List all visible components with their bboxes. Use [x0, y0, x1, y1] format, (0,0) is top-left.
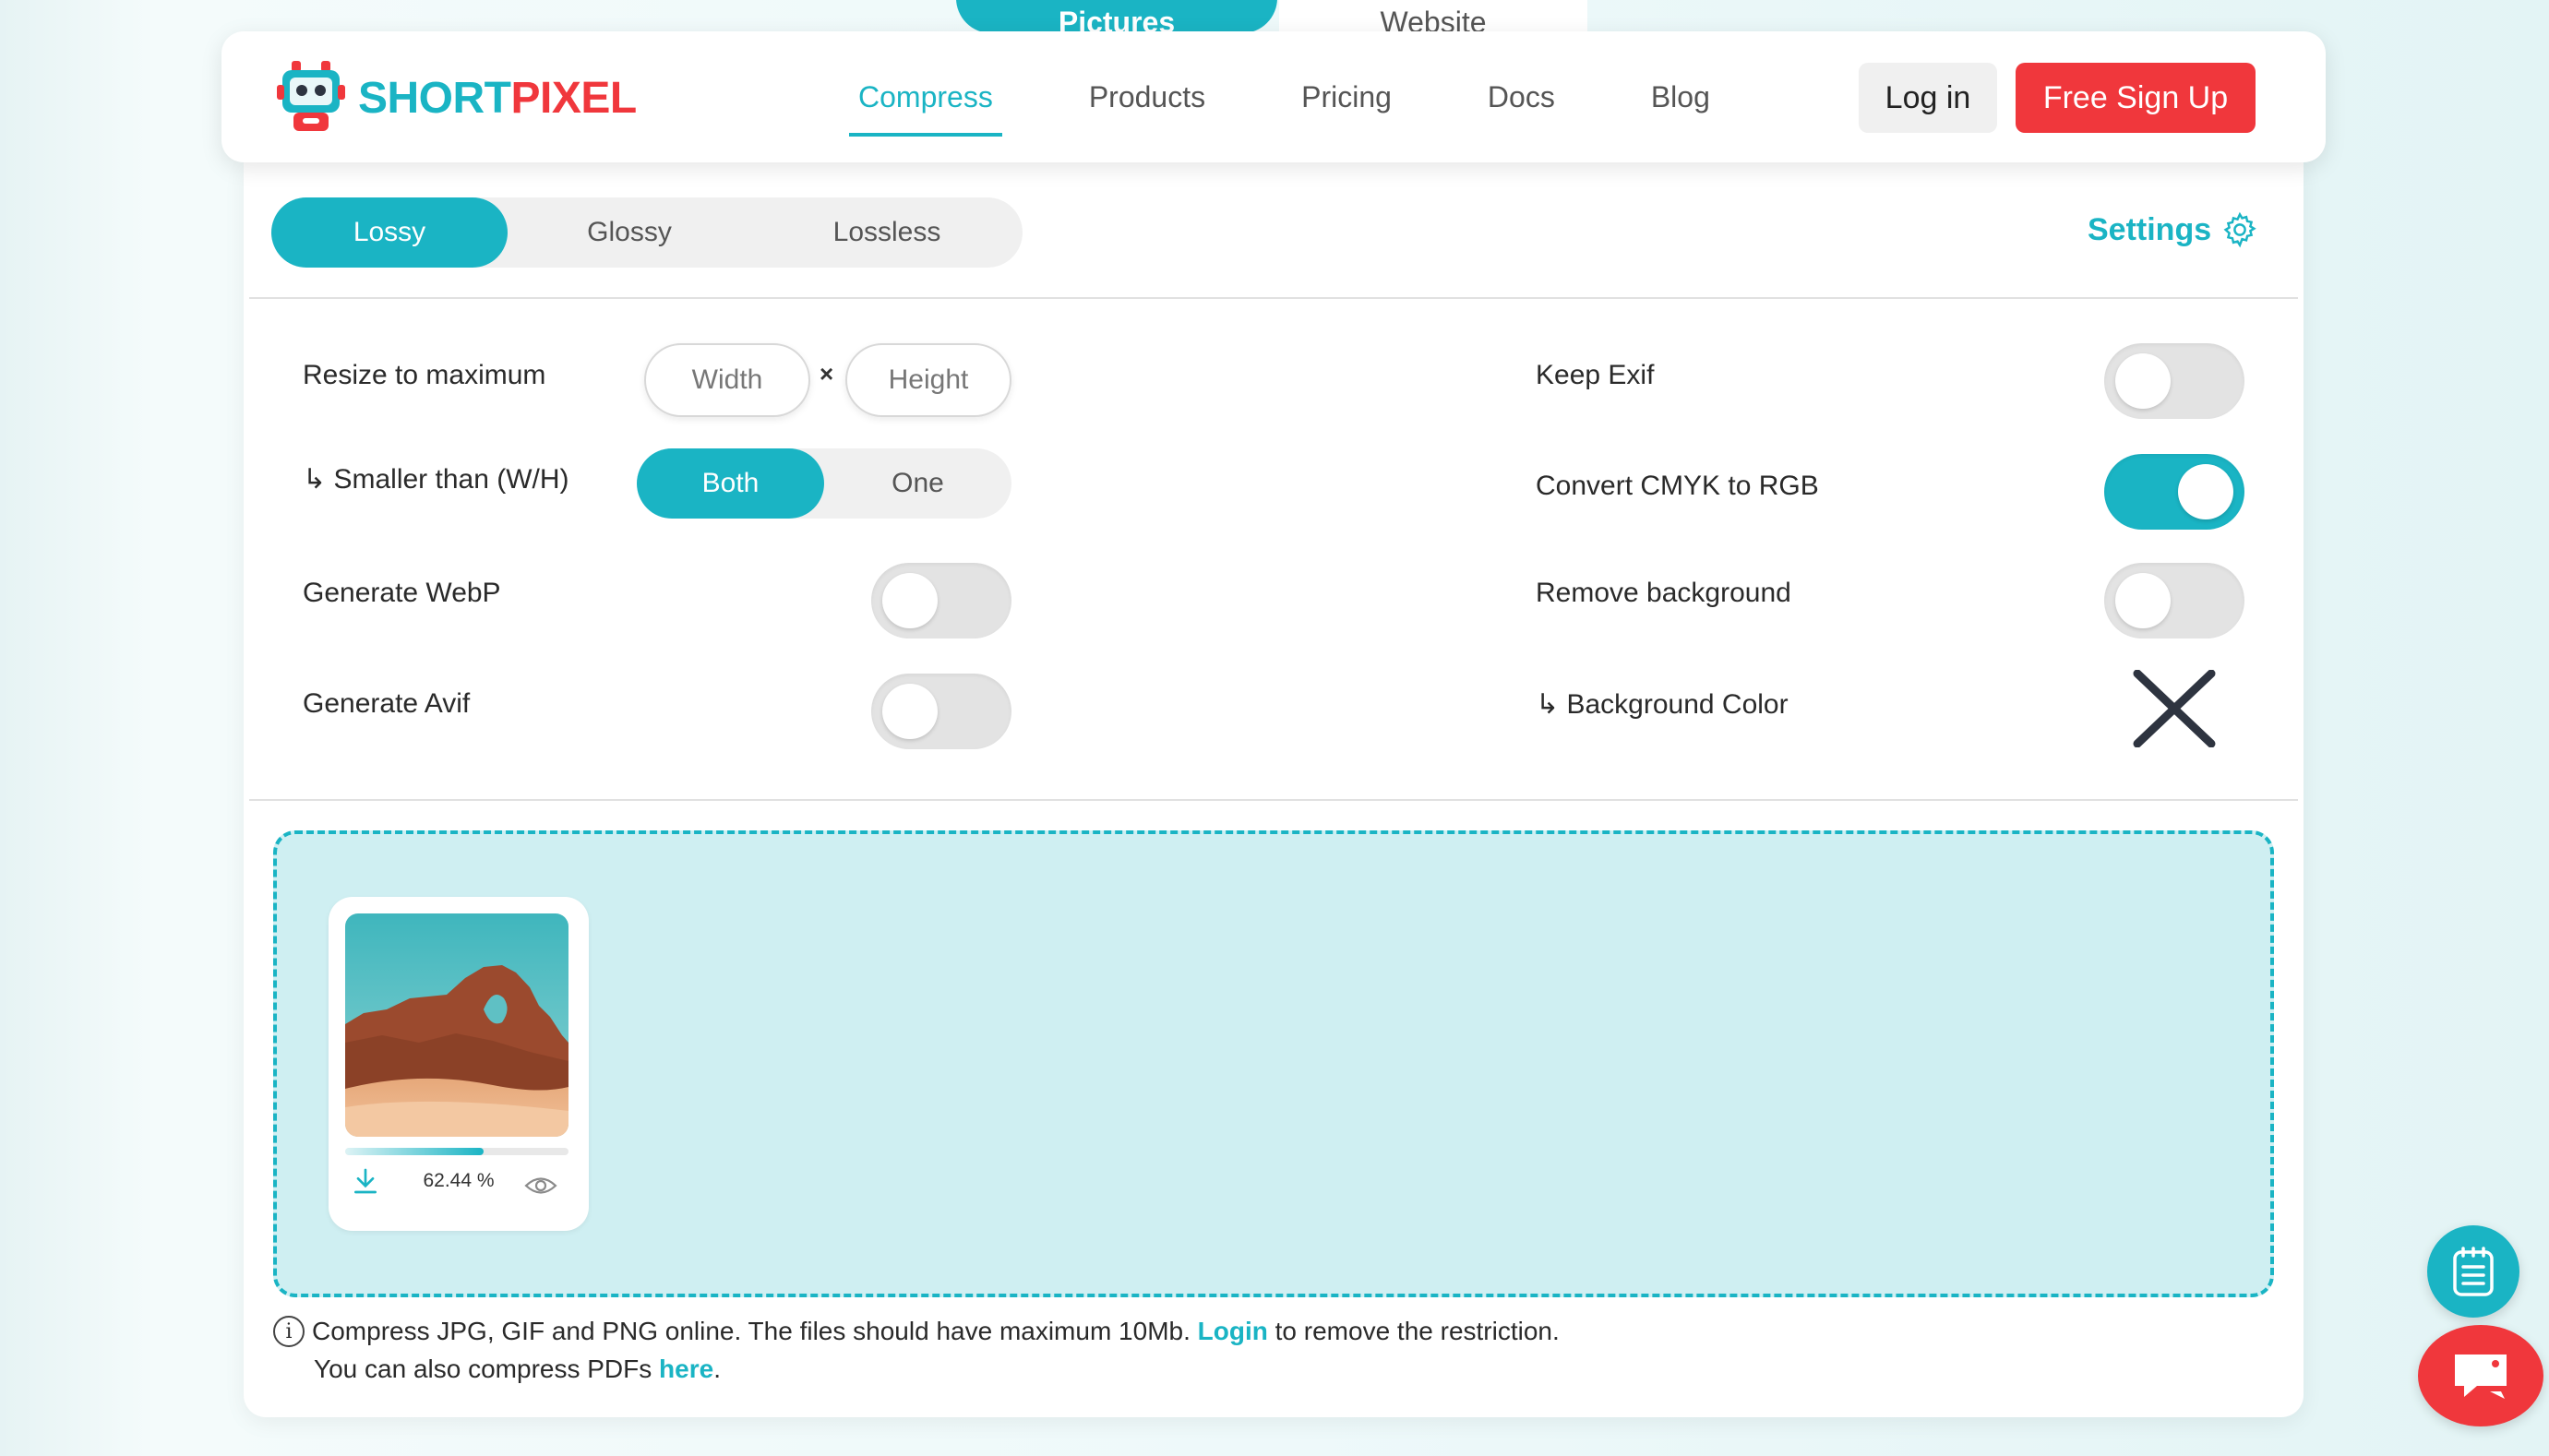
chat-icon	[2455, 1355, 2507, 1399]
webp-label: Generate WebP	[303, 578, 501, 608]
uploaded-image-thumbnail[interactable]	[345, 913, 568, 1137]
remove-bg-label: Remove background	[1536, 578, 1791, 608]
divider-top	[249, 297, 2298, 299]
info-text-1: Compress JPG, GIF and PNG online. The fi…	[312, 1317, 1191, 1345]
divider-bottom	[249, 799, 2298, 801]
nav-docs[interactable]: Docs	[1478, 73, 1564, 122]
close-x-icon[interactable]	[2132, 670, 2217, 747]
nav-compress[interactable]: Compress	[849, 73, 1002, 137]
notes-button[interactable]	[2427, 1225, 2519, 1318]
compress-panel: Lossy Glossy Lossless Settings Resize to…	[244, 162, 2304, 1417]
free-signup-button[interactable]: Free Sign Up	[2016, 63, 2256, 133]
login-button[interactable]: Log in	[1859, 63, 1997, 133]
shortpixel-robot-icon	[277, 61, 345, 131]
nav-products[interactable]: Products	[1080, 73, 1215, 122]
eye-icon[interactable]	[524, 1174, 557, 1198]
toggle-knob	[882, 684, 938, 739]
logo-wordmark: SHORTPIXEL	[358, 73, 637, 124]
info-text-2: You can also compress PDFs	[314, 1355, 652, 1383]
view-tab-website[interactable]: Website	[1279, 0, 1587, 33]
toggle-knob	[2115, 573, 2171, 628]
info-line-2: You can also compress PDFs here.	[314, 1355, 721, 1384]
exif-toggle[interactable]	[2104, 343, 2244, 419]
info-icon: i	[273, 1316, 305, 1347]
view-switcher: Pictures Website	[951, 0, 1587, 33]
avif-toggle[interactable]	[871, 674, 1011, 749]
info-line-1: i Compress JPG, GIF and PNG online. The …	[273, 1316, 1560, 1347]
mode-glossy[interactable]: Glossy	[508, 197, 751, 268]
view-tab-pictures[interactable]: Pictures	[956, 0, 1277, 33]
remove-bg-toggle[interactable]	[2104, 563, 2244, 638]
smaller-than-label: ↳ Smaller than (W/H)	[303, 464, 569, 495]
upload-dropzone[interactable]: 62.44 %	[273, 830, 2274, 1297]
cmyk-label: Convert CMYK to RGB	[1536, 471, 1819, 501]
avif-label: Generate Avif	[303, 688, 471, 719]
toggle-knob	[2115, 353, 2171, 409]
smaller-one-option[interactable]: One	[824, 448, 1011, 519]
compression-mode-tabs: Lossy Glossy Lossless	[271, 197, 1023, 268]
exif-label: Keep Exif	[1536, 360, 1655, 390]
resize-label: Resize to maximum	[303, 360, 546, 390]
nav-blog[interactable]: Blog	[1642, 73, 1719, 122]
width-input[interactable]: Width	[644, 343, 810, 417]
cmyk-toggle[interactable]	[2104, 454, 2244, 530]
logo-short: SHORT	[358, 73, 511, 123]
gear-icon	[2223, 211, 2256, 248]
file-thumbnail-card: 62.44 %	[329, 897, 589, 1231]
main-nav: Compress Products Pricing Docs Blog	[849, 31, 1797, 162]
mode-lossy[interactable]: Lossy	[271, 197, 508, 268]
toggle-knob	[882, 573, 938, 628]
mode-lossless[interactable]: Lossless	[751, 197, 1023, 268]
compression-progress-bar	[345, 1148, 568, 1155]
smaller-both-option[interactable]: Both	[637, 448, 824, 519]
progress-fill	[345, 1148, 485, 1155]
chat-button[interactable]	[2418, 1325, 2543, 1426]
toggle-knob	[2178, 464, 2233, 519]
info-text-1b: to remove the restriction.	[1274, 1317, 1560, 1345]
smaller-than-toggle: Both One	[637, 448, 1011, 519]
info-text-2b: .	[713, 1355, 721, 1383]
pdf-here-link[interactable]: here	[659, 1355, 713, 1384]
shortpixel-logo[interactable]: SHORTPIXEL	[277, 61, 637, 135]
bg-color-label: ↳ Background Color	[1536, 689, 1789, 720]
settings-label: Settings	[2088, 211, 2212, 247]
nav-pricing[interactable]: Pricing	[1292, 73, 1401, 122]
site-header: SHORTPIXEL Compress Products Pricing Doc…	[221, 31, 2326, 162]
times-symbol: ×	[820, 360, 834, 388]
settings-link[interactable]: Settings	[2088, 210, 2259, 249]
height-input[interactable]: Height	[845, 343, 1011, 417]
logo-pixel: PIXEL	[510, 73, 638, 123]
notes-icon	[2453, 1247, 2494, 1296]
webp-toggle[interactable]	[871, 563, 1011, 638]
login-link[interactable]: Login	[1198, 1317, 1268, 1346]
